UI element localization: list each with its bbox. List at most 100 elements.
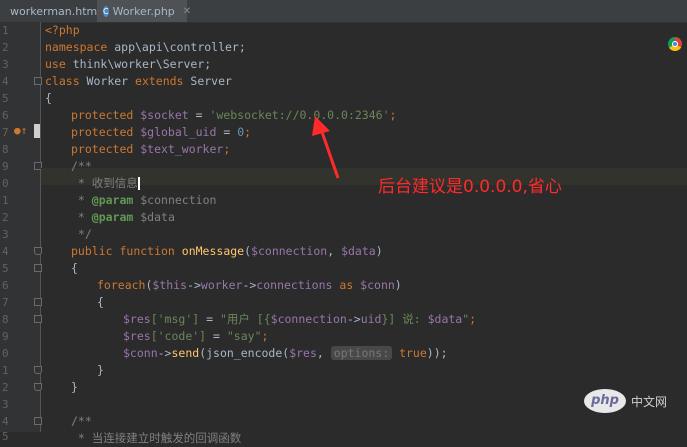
code-editor[interactable]: <?php namespace app\api\controller; use … <box>41 22 687 445</box>
code-token: ['msg'] <box>150 312 200 326</box>
code-token: $conn <box>360 278 395 292</box>
chrome-browser-icon[interactable] <box>668 37 682 51</box>
code-token: { <box>97 295 104 309</box>
code-token: $res <box>123 329 151 343</box>
override-marker-icon[interactable]: ●↑ <box>14 124 27 137</box>
code-token: $this <box>152 278 188 292</box>
code-token: ; <box>261 329 269 343</box>
code-token: think\worker\Server; <box>65 57 212 71</box>
code-token: = <box>199 312 220 326</box>
code-token: ['code'] <box>150 329 207 343</box>
line-number: 5 <box>2 92 9 105</box>
code-token: app\api\controller; <box>107 40 246 54</box>
line-number: 8 <box>2 313 9 326</box>
line-number: 4 <box>2 245 9 258</box>
code-token: ) <box>375 244 383 258</box>
code-token: $data <box>133 210 175 224</box>
code-token: -> <box>242 278 257 292</box>
code-token: "say" <box>226 329 262 343</box>
caret-marker <box>34 124 40 138</box>
code-token: $connection <box>251 244 328 258</box>
code-token: , <box>327 244 342 258</box>
code-token: "用户 [{ <box>219 312 271 326</box>
code-token: function <box>112 244 175 258</box>
code-token: ( <box>244 244 252 258</box>
code-token: connections <box>256 278 333 292</box>
code-token: /** <box>71 414 92 428</box>
line-number: 7 <box>2 296 9 309</box>
line-number: 3 <box>2 58 9 71</box>
code-token: public <box>71 244 113 258</box>
line-number: 0 <box>2 347 9 360</box>
code-token: $data <box>341 244 376 258</box>
line-number: 7 <box>2 126 9 139</box>
line-number-gutter: 1 2 3 4 5 6 7 8 9 0 1 2 3 4 5 6 7 8 9 0 … <box>0 22 42 443</box>
tab-label: workerman.html <box>10 4 101 18</box>
editor-tab-bar: workerman.html ✕ C Worker.php ✕ <box>0 0 687 23</box>
line-number: 1 <box>2 194 9 207</box>
code-token: -> <box>187 278 201 292</box>
line-number: 3 <box>2 228 9 241</box>
line-number: 8 <box>2 143 9 156</box>
code-token: = <box>206 329 227 343</box>
code-token: class <box>45 74 80 88</box>
code-token: 'websocket://0.0.0.0:2346' <box>209 108 390 122</box>
code-token: namespace <box>45 40 108 54</box>
line-number: 6 <box>2 109 9 122</box>
code-token: * <box>71 193 92 207</box>
code-token: $socket <box>133 108 189 122</box>
code-token: $connection <box>133 193 217 207</box>
parameter-hint: options: <box>330 346 393 360</box>
line-number: 3 <box>2 398 9 411</box>
annotation-text: 后台建议是0.0.0.0,省心 <box>378 177 562 197</box>
code-token: (json_encode( <box>199 346 290 360</box>
tab-workerman-html[interactable]: workerman.html ✕ <box>0 0 117 22</box>
line-number: 9 <box>2 330 9 343</box>
code-token: } <box>97 363 104 377</box>
line-number: 6 <box>2 279 9 292</box>
code-token: @param <box>91 210 134 224</box>
code-token: $res <box>289 346 317 360</box>
code-token: )); <box>426 346 448 360</box>
php-logo: php <box>584 389 626 413</box>
tab-worker-php[interactable]: C Worker.php ✕ <box>97 0 191 22</box>
code-token: ; <box>223 142 231 156</box>
code-token: extends <box>135 74 184 88</box>
code-token: * 收到信息 <box>71 176 138 190</box>
code-token: protected <box>71 125 134 139</box>
code-token: send <box>171 346 200 360</box>
code-token: */ <box>71 227 92 241</box>
code-token: @param <box>91 193 134 207</box>
code-token: protected <box>71 108 134 122</box>
code-token: , <box>316 346 331 360</box>
code-token: /** <box>71 159 92 173</box>
code-token: ; <box>244 125 252 139</box>
code-token: onMessage <box>174 244 245 258</box>
line-number: 2 <box>2 41 9 54</box>
code-token: = <box>216 125 238 139</box>
php-cn-watermark: php 中文网 <box>584 389 667 413</box>
text-cursor <box>137 177 140 190</box>
line-number: 1 <box>2 24 9 37</box>
code-token: -> <box>157 346 172 360</box>
php-open-tag: <?php <box>45 23 80 37</box>
php-file-icon: C <box>103 5 109 17</box>
code-token: as <box>332 278 361 292</box>
code-token: $res <box>123 312 151 326</box>
code-token: $data <box>427 312 463 326</box>
code-token: { <box>71 261 78 275</box>
line-number: 5 <box>2 262 9 275</box>
code-token: worker <box>200 278 243 292</box>
code-token: use <box>45 57 66 71</box>
line-number: 0 <box>2 177 9 190</box>
code-token: ; <box>389 108 397 122</box>
watermark-text: 中文网 <box>631 394 668 409</box>
line-number: 9 <box>2 160 9 173</box>
code-token: $global_uid <box>133 125 217 139</box>
code-token: Worker <box>79 74 136 88</box>
code-token: * <box>71 210 92 224</box>
code-token: ; <box>469 312 477 326</box>
close-icon[interactable]: ✕ <box>183 6 191 17</box>
tab-label: Worker.php <box>112 4 175 18</box>
line-number: 1 <box>2 364 9 377</box>
